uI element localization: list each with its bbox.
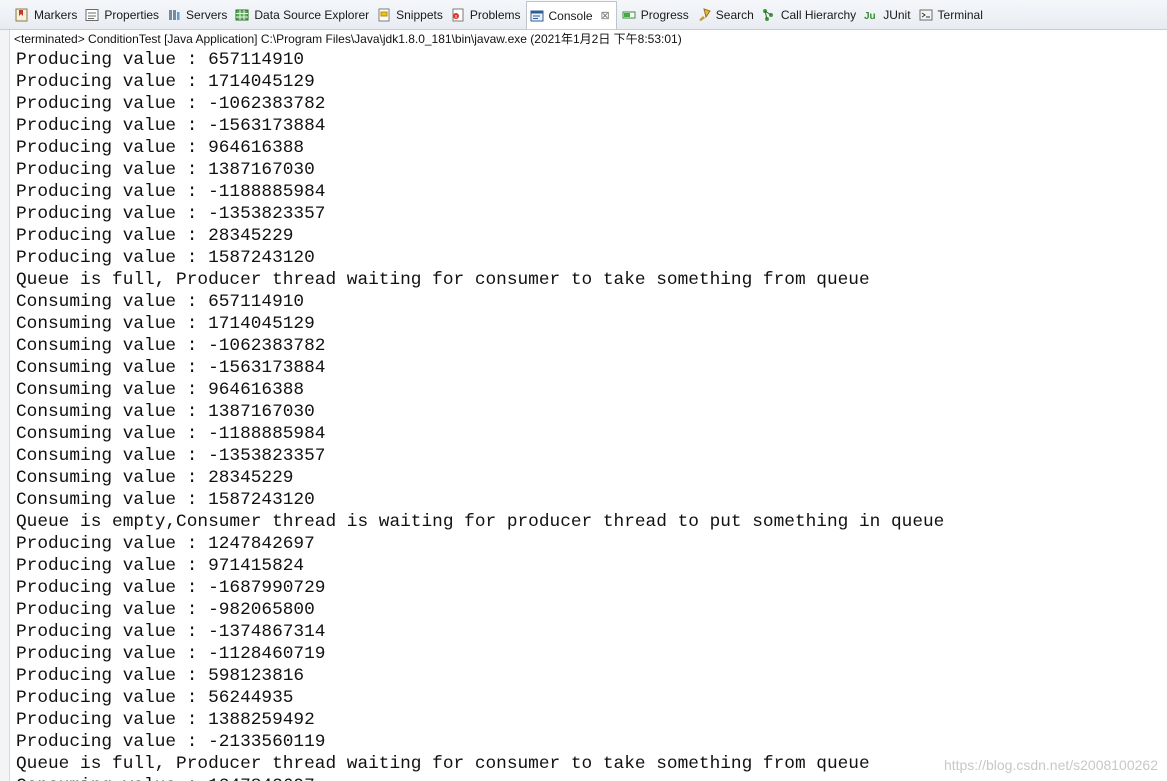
console-line: Producing value : 1247842697 <box>16 534 315 554</box>
watermark: https://blog.csdn.net/s2008100262 <box>943 757 1158 773</box>
tab-servers[interactable]: Servers <box>164 1 230 29</box>
tab-label: Servers <box>186 8 228 22</box>
tab-label: Search <box>715 8 754 22</box>
properties-icon <box>85 8 99 22</box>
left-gutter <box>0 30 10 781</box>
console-line: Producing value : 28345229 <box>16 226 294 246</box>
tab-label: JUnit <box>883 8 911 22</box>
servers-icon <box>167 8 181 22</box>
data-source-icon <box>235 8 249 22</box>
console-line: Consuming value : -1188885984 <box>16 424 326 444</box>
problems-icon: x <box>451 8 465 22</box>
console-status-line: <terminated> ConditionTest [Java Applica… <box>14 32 682 46</box>
console-line: Producing value : -1374867314 <box>16 622 326 642</box>
tab-snippets[interactable]: Snippets <box>374 1 446 29</box>
svg-text:Ju: Ju <box>864 11 876 22</box>
tab-markers[interactable]: Markers <box>12 1 80 29</box>
junit-icon: Ju <box>864 8 878 22</box>
console-line: Consuming value : -1353823357 <box>16 446 326 466</box>
console-line: Producing value : 1714045129 <box>16 72 315 92</box>
search-icon <box>697 8 711 22</box>
console-line: Consuming value : 1387167030 <box>16 402 315 422</box>
console-line: Producing value : -1188885984 <box>16 182 326 202</box>
call-hierarchy-icon <box>762 8 776 22</box>
console-output[interactable]: Producing value : 657114910 Producing val… <box>16 49 1167 781</box>
console-line: Consuming value : 964616388 <box>16 380 305 400</box>
console-line: Producing value : 657114910 <box>16 50 305 70</box>
progress-icon <box>622 8 636 22</box>
console-line: Producing value : -1128460719 <box>16 644 326 664</box>
console-line: Producing value : -982065800 <box>16 600 315 620</box>
console-line: Producing value : 964616388 <box>16 138 305 158</box>
console-line: Consuming value : -1563173884 <box>16 358 326 378</box>
tab-console[interactable]: Console ⊠ <box>525 1 617 29</box>
tab-search[interactable]: Search <box>694 1 757 29</box>
console-line: Consuming value : 1587243120 <box>16 490 315 510</box>
tab-properties[interactable]: Properties <box>82 1 162 29</box>
console-line: Producing value : -1563173884 <box>16 116 326 136</box>
tab-label: Call Hierarchy <box>780 8 857 22</box>
console-line: Queue is empty,Consumer thread is waitin… <box>16 512 945 532</box>
console-line: Producing value : -1353823357 <box>16 204 326 224</box>
tab-label: Snippets <box>396 8 443 22</box>
console-line: Consuming value : 1247842697 <box>16 775 1167 781</box>
tab-progress[interactable]: Progress <box>619 1 692 29</box>
close-icon[interactable]: ⊠ <box>601 10 610 22</box>
console-line: Producing value : -1687990729 <box>16 578 326 598</box>
console-line: Producing value : 1388259492 <box>16 710 315 730</box>
tab-label: Properties <box>104 8 160 22</box>
tab-label: Problems <box>469 8 521 22</box>
snippets-icon <box>377 8 391 22</box>
console-line: Producing value : 971415824 <box>16 556 305 576</box>
terminal-icon <box>919 8 933 22</box>
tab-problems[interactable]: x Problems <box>448 1 524 29</box>
tab-data-source-explorer[interactable]: Data Source Explorer <box>232 1 372 29</box>
tab-label: Terminal <box>937 8 983 22</box>
console-icon <box>530 9 544 23</box>
console-line: Consuming value : -1062383782 <box>16 336 326 356</box>
markers-icon <box>15 8 29 22</box>
console-line: Producing value : -2133560119 <box>16 732 326 752</box>
tab-call-hierarchy[interactable]: Call Hierarchy <box>759 1 859 29</box>
console-line: Consuming value : 1714045129 <box>16 314 315 334</box>
console-line: Queue is full, Producer thread waiting f… <box>16 270 870 290</box>
tab-label: Progress <box>640 8 689 22</box>
console-line: Producing value : 56244935 <box>16 688 294 708</box>
console-line: Producing value : -1062383782 <box>16 94 326 114</box>
view-tab-bar: Markers Properties Servers Data Source Expl… <box>0 0 1167 30</box>
console-line: Consuming value : 657114910 <box>16 292 305 312</box>
console-line: Producing value : 1387167030 <box>16 160 315 180</box>
console-line: Producing value : 1587243120 <box>16 248 315 268</box>
console-line: Consuming value : 28345229 <box>16 468 294 488</box>
tab-terminal[interactable]: Terminal <box>916 1 986 29</box>
tab-label: Data Source Explorer <box>254 8 370 22</box>
tab-label: Console <box>548 9 593 23</box>
tab-label: Markers <box>34 8 78 22</box>
console-line: Producing value : 598123816 <box>16 666 305 686</box>
tab-junit[interactable]: Ju JUnit <box>861 1 913 29</box>
